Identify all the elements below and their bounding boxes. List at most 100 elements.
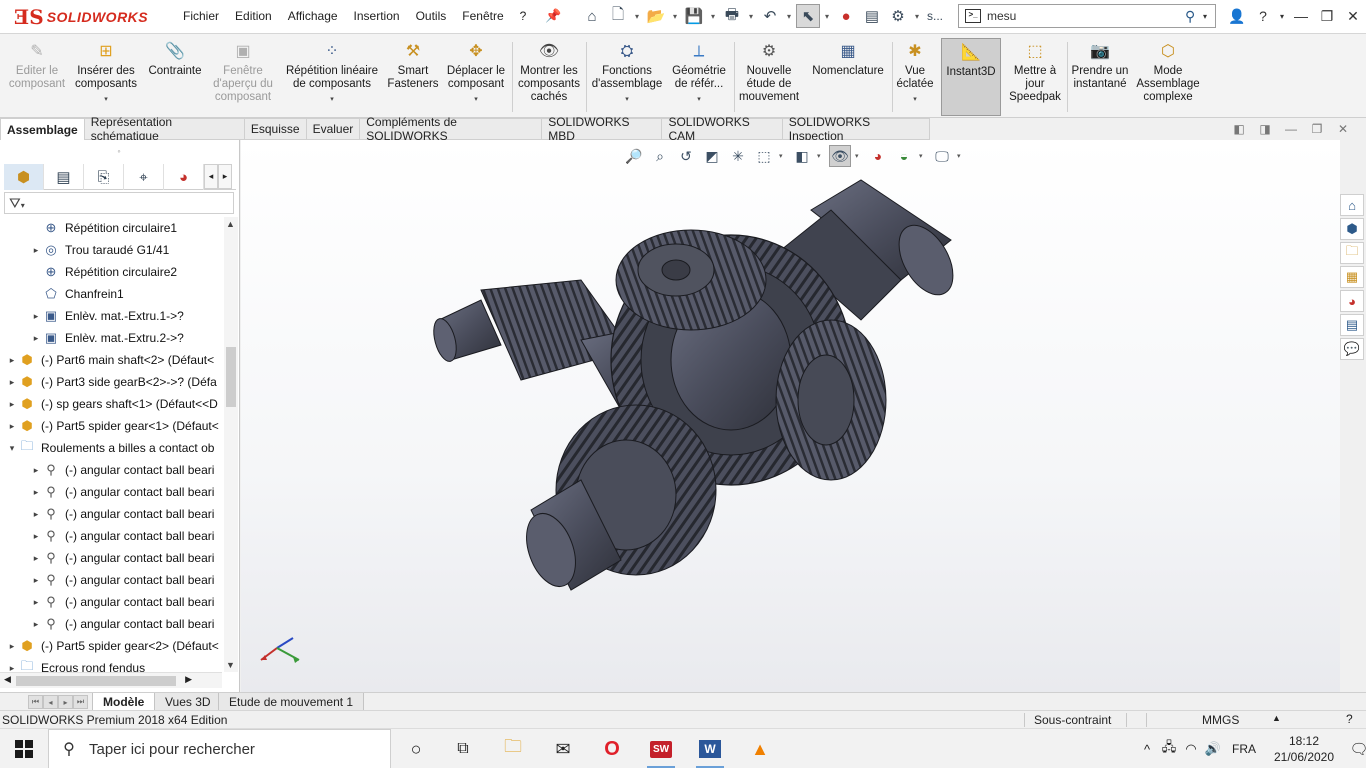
file-properties-icon[interactable]: ▤ [860, 4, 884, 28]
design-library-icon[interactable]: ⬢ [1340, 218, 1364, 240]
doc-minimize-icon[interactable]: — [1282, 122, 1300, 136]
wifi-icon[interactable]: ◠ [1180, 741, 1202, 757]
options-gear-icon[interactable]: ⚙ [886, 4, 910, 28]
new-dropdown-icon[interactable]: ▾ [632, 4, 642, 28]
undo-dropdown-icon[interactable]: ▾ [784, 4, 794, 28]
edit-appearance-icon[interactable]: ◕ [867, 145, 889, 167]
rebuild-traffic-light-icon[interactable]: ● [834, 4, 858, 28]
scroll-thumb[interactable] [226, 347, 236, 407]
taskbar-clock[interactable]: 18:12 21/06/2020 [1264, 733, 1344, 765]
tab-mbd[interactable]: SOLIDWORKS MBD [542, 115, 663, 143]
next-tab-icon[interactable]: ▸ [58, 695, 73, 709]
doc-next-icon[interactable]: ◨ [1256, 122, 1274, 136]
tree-item[interactable]: ⊕ Répétition circulaire2 [0, 261, 225, 283]
speedpak-button[interactable]: ⬚ Mettre à jour Speedpak [1006, 38, 1064, 116]
apply-scene-icon[interactable]: ◒ [893, 145, 915, 167]
configurationmanager-tab-icon[interactable]: ⎘ [84, 164, 124, 190]
scroll-thumb[interactable] [16, 676, 176, 686]
tree-item[interactable]: ▸ ⬢ (-) Part5 spider gear<1> (Défaut< [0, 415, 225, 437]
help-icon[interactable]: ? [1250, 3, 1276, 29]
menu-help[interactable]: ? [512, 9, 535, 23]
assembly-features-arrow-icon[interactable]: ▾ [625, 93, 629, 106]
section-view-icon[interactable]: ◩ [701, 145, 723, 167]
side-gear-bottom[interactable] [517, 404, 717, 593]
tab-assemblage[interactable]: Assemblage [0, 118, 85, 140]
menu-fichier[interactable]: Fichier [175, 9, 227, 23]
help-status-icon[interactable]: ? [1346, 712, 1353, 726]
side-gear-top[interactable] [615, 229, 767, 331]
tab-esquisse[interactable]: Esquisse [244, 118, 307, 140]
linear-pattern-arrow-icon[interactable]: ▾ [330, 93, 334, 106]
menu-fenetre[interactable]: Fenêtre [454, 9, 511, 23]
zoom-to-area-icon[interactable]: ⌕ [649, 145, 671, 167]
reference-geometry-arrow-icon[interactable]: ▾ [697, 93, 701, 106]
filter-icon[interactable]: ⛛ [9, 195, 21, 211]
bom-button[interactable]: ▦ Nomenclature [808, 38, 888, 116]
hide-show-dropdown-icon[interactable]: ▾ [855, 152, 863, 160]
tree-expand-icon[interactable]: ▸ [30, 531, 42, 542]
featuremanager-tab-icon[interactable]: ⬢ [4, 164, 44, 190]
tree-item[interactable]: ▸ ▣ Enlèv. mat.-Extru.2->? [0, 327, 225, 349]
preview-window-button[interactable]: ▣ Fenêtre d'aperçu du composant [208, 38, 278, 116]
hide-show-items-icon[interactable]: 👁 [829, 145, 851, 167]
insert-components-button[interactable]: ⊞ Insérer des composants ▾ [72, 38, 140, 116]
exploded-view-arrow-icon[interactable]: ▾ [913, 93, 917, 106]
move-component-arrow-icon[interactable]: ▾ [474, 93, 478, 106]
vlc-taskbar-icon[interactable]: ▲ [740, 733, 780, 765]
mail-taskbar-icon[interactable]: ✉ [543, 733, 583, 765]
tree-vertical-scrollbar[interactable]: ▲ ▼ [224, 217, 238, 672]
tree-item[interactable]: ▸ ⚲ (-) angular contact ball beari [0, 525, 225, 547]
taskbar-search-box[interactable]: ⚲ Taper ici pour rechercher [48, 729, 391, 768]
tab-cam[interactable]: SOLIDWORKS CAM [662, 115, 783, 143]
search-dropdown-icon[interactable]: ▾ [1203, 12, 1215, 21]
tab-vues-3d[interactable]: Vues 3D [154, 693, 222, 711]
solidworks-logo[interactable]: ƎS SOLIDWORKS [14, 5, 148, 29]
smart-fasteners-button[interactable]: ⚒ Smart Fasteners [386, 38, 440, 116]
tab-evaluer[interactable]: Evaluer [306, 118, 361, 140]
menu-edition[interactable]: Edition [227, 9, 280, 23]
propertymanager-tab-icon[interactable]: ▤ [44, 164, 84, 190]
scroll-left-icon[interactable]: ◀ [4, 674, 11, 685]
solidworks-resources-icon[interactable]: ⌂ [1340, 194, 1364, 216]
previous-view-icon[interactable]: ↺ [675, 145, 697, 167]
tab-representation-schematique[interactable]: Représentation schématique [84, 115, 245, 143]
tree-expand-icon[interactable]: ▸ [6, 641, 18, 652]
view-palette-icon[interactable]: ▦ [1340, 266, 1364, 288]
print-icon[interactable]: 🖶 [720, 4, 744, 28]
open-icon[interactable]: 📂 [644, 4, 668, 28]
motion-study-button[interactable]: ⚙ Nouvelle étude de mouvement [738, 38, 800, 116]
insert-components-arrow-icon[interactable]: ▾ [104, 93, 108, 106]
linear-pattern-button[interactable]: ⁘ Répétition linéaire de composants ▾ [282, 38, 382, 116]
tree-expand-icon[interactable]: ▸ [30, 333, 42, 344]
tree-item[interactable]: ▸ ⚲ (-) angular contact ball beari [0, 547, 225, 569]
user-account-icon[interactable]: 👤 [1224, 3, 1250, 29]
tree-item[interactable]: ▸ ⚲ (-) angular contact ball beari [0, 481, 225, 503]
tree-expand-icon[interactable]: ▸ [30, 575, 42, 586]
tree-expand-icon[interactable]: ▸ [6, 355, 18, 366]
tree-expand-icon[interactable]: ▸ [30, 597, 42, 608]
show-hidden-icons-icon[interactable]: ^ [1136, 742, 1158, 757]
pin-icon[interactable]: 📌 [545, 8, 561, 24]
menu-affichage[interactable]: Affichage [280, 9, 346, 23]
last-tab-icon[interactable]: ⏭ [73, 695, 88, 709]
cortana-icon[interactable]: ○ [396, 733, 436, 765]
doc-restore-icon[interactable]: ❐ [1308, 122, 1326, 136]
search-input[interactable]: mesu [987, 9, 1185, 23]
doc-close-icon[interactable]: ✕ [1334, 122, 1352, 136]
language-indicator[interactable]: FRA [1224, 742, 1264, 756]
tree-collapse-icon[interactable]: ▾ [6, 443, 18, 454]
edit-component-button[interactable]: ✎ Editer le composant [6, 38, 68, 116]
tab-inspection[interactable]: SOLIDWORKS Inspection [782, 115, 930, 143]
show-hidden-button[interactable]: 👁 Montrer les composants cachés [516, 38, 582, 116]
pane-grip-icon[interactable]: ◦ [114, 146, 124, 156]
tree-item[interactable]: ⊕ Répétition circulaire1 [0, 217, 225, 239]
tab-complements[interactable]: Compléments de SOLIDWORKS [360, 115, 543, 143]
scroll-up-icon[interactable]: ▲ [226, 219, 235, 229]
tree-item[interactable]: ▸ ▣ Enlèv. mat.-Extru.1->? [0, 305, 225, 327]
search-icon[interactable]: ⚲ [1185, 8, 1203, 25]
tree-item[interactable]: ▸ ⬢ (-) Part3 side gearB<2>->? (Défa [0, 371, 225, 393]
view-settings-icon[interactable]: 🖵 [931, 145, 953, 167]
tree-item[interactable]: ▾ 🗀 Roulements a billes a contact ob [0, 437, 225, 459]
tree-expand-icon[interactable]: ▸ [30, 465, 42, 476]
prev-tab-icon[interactable]: ◂ [43, 695, 58, 709]
